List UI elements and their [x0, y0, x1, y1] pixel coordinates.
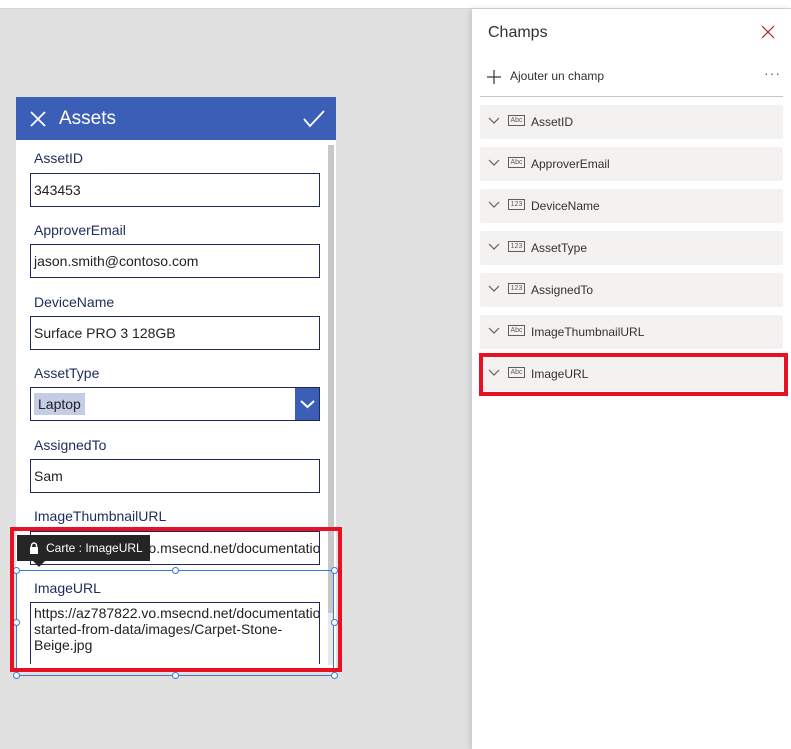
number-type-icon: 123	[508, 241, 525, 252]
assignedto-input[interactable]: Sam	[30, 459, 320, 493]
form-title: Assets	[59, 108, 117, 129]
chevron-down-icon	[488, 117, 500, 124]
devicename-input[interactable]: Surface PRO 3 128GB	[30, 316, 320, 350]
add-field-label: Ajouter un champ	[510, 69, 605, 83]
field-item-approveremail[interactable]: Abc ApproverEmail	[480, 147, 783, 181]
resize-handle-bottom-right[interactable]	[331, 672, 338, 679]
panel-title: Champs	[488, 24, 548, 41]
assettype-value: Laptop	[34, 393, 85, 415]
divider	[480, 96, 783, 97]
field-item-label: DeviceName	[531, 199, 600, 213]
field-item-assetid[interactable]: Abc AssetID	[480, 105, 783, 139]
checkmark-icon[interactable]	[302, 109, 326, 129]
add-field-button[interactable]: Ajouter un champ	[486, 67, 686, 87]
chevron-down-icon	[488, 201, 500, 208]
number-type-icon: 123	[508, 283, 525, 294]
devicename-label: DeviceName	[34, 294, 115, 310]
approveremail-input[interactable]: jason.smith@contoso.com	[30, 244, 320, 278]
field-item-label: AssetType	[531, 241, 588, 255]
chevron-down-icon	[488, 327, 500, 334]
top-bar	[0, 0, 791, 9]
close-icon[interactable]	[761, 25, 775, 39]
number-type-icon: 123	[508, 199, 525, 210]
dropdown-button[interactable]	[295, 388, 319, 420]
close-icon[interactable]	[28, 109, 48, 129]
field-item-assignedto[interactable]: 123 AssignedTo	[480, 273, 783, 307]
field-item-imagethumbnailurl[interactable]: Abc ImageThumbnailURL	[480, 315, 783, 349]
text-type-icon: Abc	[508, 157, 525, 168]
field-item-label: ImageThumbnailURL	[531, 325, 645, 339]
assettype-label: AssetType	[34, 365, 100, 381]
form-header: Assets	[16, 97, 336, 140]
field-item-label: AssignedTo	[531, 283, 594, 297]
field-item-devicename[interactable]: 123 DeviceName	[480, 189, 783, 223]
imagethumbnailurl-label: ImageThumbnailURL	[34, 508, 167, 524]
chevron-down-icon	[488, 285, 500, 292]
plus-icon	[487, 70, 501, 84]
assignedto-label: AssignedTo	[34, 437, 107, 453]
assettype-dropdown[interactable]: Laptop	[30, 387, 320, 421]
assetid-label: AssetID	[34, 150, 84, 166]
resize-handle-bottom[interactable]	[172, 672, 179, 679]
chevron-down-icon	[300, 400, 315, 409]
resize-handle-bottom-left[interactable]	[13, 672, 20, 679]
field-item-label: AssetID	[531, 115, 574, 129]
assetid-input[interactable]: 343453	[30, 173, 320, 207]
field-item-label: ApproverEmail	[531, 157, 610, 171]
chevron-down-icon	[488, 243, 500, 250]
text-type-icon: Abc	[508, 115, 525, 126]
highlight-box-field	[479, 353, 788, 396]
text-type-icon: Abc	[508, 325, 525, 336]
field-item-assettype[interactable]: 123 AssetType	[480, 231, 783, 265]
approveremail-label: ApproverEmail	[34, 222, 126, 238]
more-options-icon[interactable]: ···	[764, 65, 781, 81]
highlight-box-card	[10, 527, 342, 672]
chevron-down-icon	[488, 159, 500, 166]
